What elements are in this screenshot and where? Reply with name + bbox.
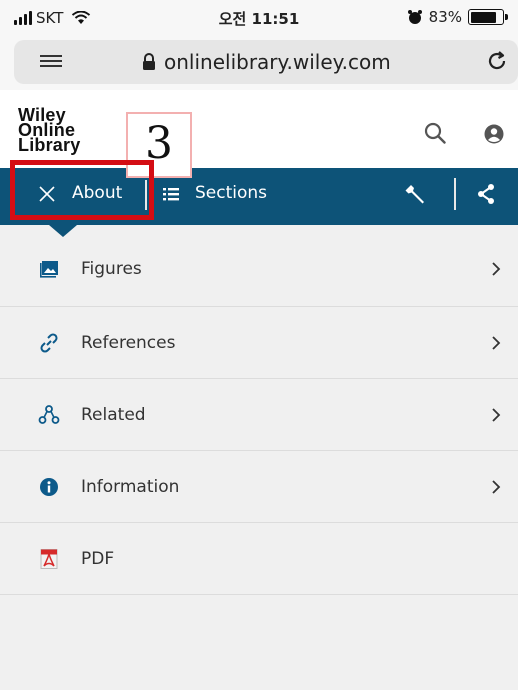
reader-menu-icon[interactable] — [40, 55, 62, 69]
about-menu-list: Figures References Related Information P… — [0, 225, 518, 595]
wiley-logo[interactable]: Wiley Online Library — [18, 106, 81, 155]
battery-icon — [468, 9, 508, 25]
list-icon[interactable] — [162, 185, 180, 203]
chevron-right-icon — [492, 262, 501, 276]
user-account-icon[interactable] — [484, 124, 504, 144]
battery-fill — [470, 11, 497, 23]
link-icon — [40, 332, 58, 353]
tab-sections[interactable]: Sections — [195, 183, 267, 203]
status-bar: SKT 오전 11:51 83% — [0, 0, 518, 34]
reload-icon[interactable] — [486, 50, 508, 72]
info-icon — [40, 477, 58, 496]
annotation-highlight-box — [10, 160, 154, 220]
pdf-icon — [40, 548, 58, 569]
alarm-icon — [407, 10, 422, 24]
menu-item-label: References — [81, 332, 176, 353]
image-icon — [40, 260, 58, 278]
site-header: Wiley Online Library — [0, 90, 518, 168]
menu-item-pdf[interactable]: PDF — [0, 523, 518, 595]
chevron-right-icon — [492, 407, 501, 422]
status-right: 83% — [407, 8, 508, 26]
wrench-icon[interactable] — [404, 182, 428, 206]
browser-toolbar: onlinelibrary.wiley.com — [0, 34, 518, 90]
logo-line: Library — [18, 135, 81, 155]
chevron-right-icon — [492, 479, 501, 494]
nav-divider — [454, 178, 456, 210]
search-icon[interactable] — [424, 122, 446, 144]
menu-item-related[interactable]: Related — [0, 379, 518, 451]
menu-item-label: PDF — [81, 548, 115, 569]
menu-item-label: Figures — [81, 258, 142, 279]
url-bar[interactable]: onlinelibrary.wiley.com — [14, 40, 518, 84]
chevron-right-icon — [492, 335, 501, 350]
url-text: onlinelibrary.wiley.com — [164, 50, 391, 74]
nav-pointer — [49, 225, 77, 237]
menu-item-label: Related — [81, 404, 146, 425]
network-icon — [38, 404, 60, 424]
menu-item-references[interactable]: References — [0, 307, 518, 379]
menu-item-label: Information — [81, 476, 180, 497]
url-display[interactable]: onlinelibrary.wiley.com — [142, 50, 391, 74]
battery-percent: 83% — [428, 8, 462, 26]
menu-item-figures[interactable]: Figures — [0, 225, 518, 307]
menu-item-information[interactable]: Information — [0, 451, 518, 523]
share-icon[interactable] — [476, 183, 496, 205]
lock-icon — [143, 53, 155, 70]
